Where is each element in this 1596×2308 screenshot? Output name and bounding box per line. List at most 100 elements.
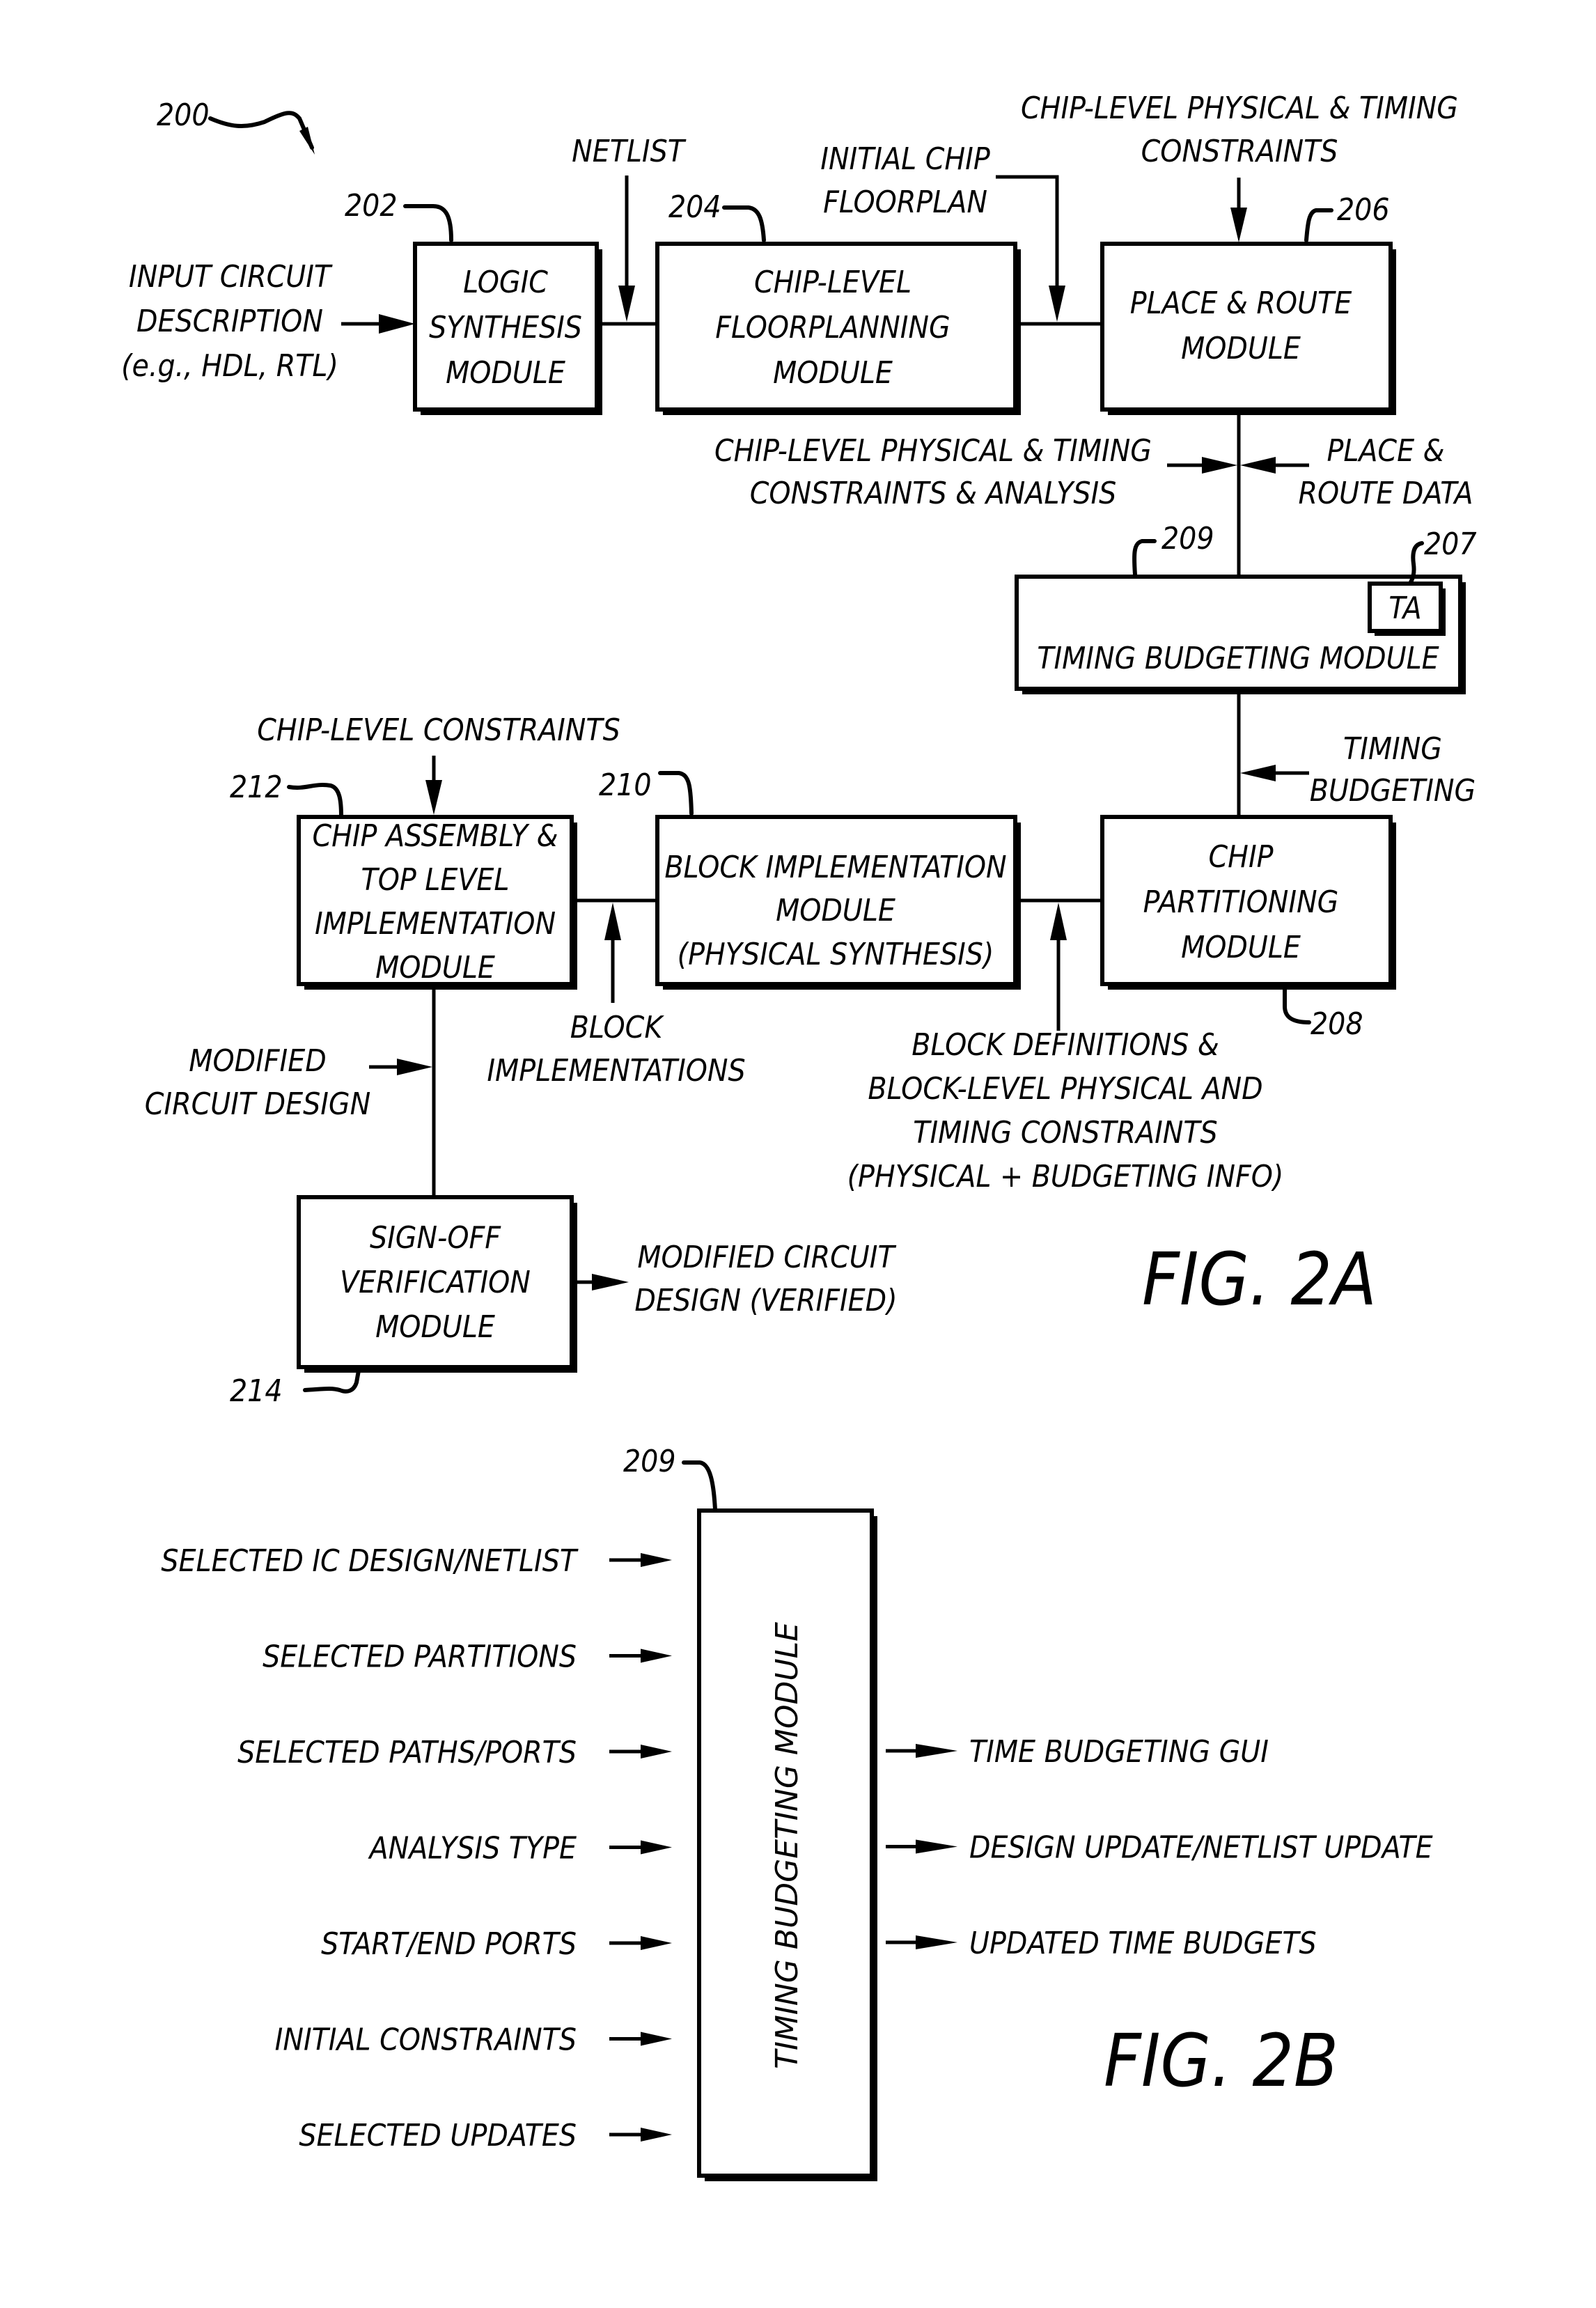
place-route-line-1: PLACE & ROUTE (1130, 286, 1352, 321)
input-circuit-line-3: (e.g., HDL, RTL) (121, 348, 338, 384)
ref-208: 208 (1311, 1006, 1363, 1042)
timing-budgeting-label: TIMING BUDGETING MODULE (1037, 641, 1439, 676)
input-circuit-line-2: DESCRIPTION (136, 304, 323, 339)
verified-arrowhead (592, 1274, 629, 1291)
figure-2a-caption: FIG. 2A (1142, 1237, 1377, 1322)
timing-budgeting-module-2b: TIMING BUDGETING MODULE (697, 1508, 877, 2181)
chip-partitioning-module: CHIP PARTITIONING MODULE (1100, 815, 1396, 990)
input-arrowhead (641, 2032, 672, 2046)
output-label: DESIGN UPDATE/NETLIST UPDATE (969, 1830, 1433, 1866)
ta-submodule: TA (1368, 582, 1446, 636)
modified-design-arrowhead (397, 1059, 432, 1075)
ref-204: 204 (668, 189, 721, 225)
signoff-line-2: VERIFICATION (340, 1265, 531, 1300)
ref-204-leader (722, 205, 766, 242)
input-arrowhead (641, 2128, 672, 2142)
ref-214: 214 (230, 1373, 283, 1409)
input-label: INITIAL CONSTRAINTS (275, 2022, 577, 2058)
analysis-arrowhead (1202, 457, 1237, 474)
place-route-module: PLACE & ROUTE MODULE (1100, 242, 1396, 415)
signoff-line-3: MODULE (375, 1309, 495, 1345)
chip-assembly-module: CHIP ASSEMBLY & TOP LEVEL IMPLEMENTATION… (297, 815, 577, 990)
block-implementation-module: BLOCK IMPLEMENTATION MODULE (PHYSICAL SY… (655, 815, 1021, 990)
chip-constraints-analysis-line-1: CHIP-LEVEL PHYSICAL & TIMING (714, 433, 1152, 469)
floorplanning-line-1: CHIP-LEVEL (754, 265, 912, 300)
patent-diagram: 200 LOGIC SYNTHESIS MODULE 202 INPUT CIR… (121, 91, 1477, 2181)
ref-200-arrowhead (299, 127, 315, 155)
logic-synthesis-module: LOGIC SYNTHESIS MODULE (413, 242, 602, 415)
input-label: ANALYSIS TYPE (368, 1831, 577, 1866)
ref-210: 210 (599, 767, 652, 803)
place-route-data-line-1: PLACE & (1327, 433, 1444, 469)
block-definitions-line-1: BLOCK DEFINITIONS & (912, 1027, 1219, 1063)
ref-212-leader (287, 783, 343, 818)
ref-210-leader (658, 771, 694, 816)
signoff-verification-module: SIGN-OFF VERIFICATION MODULE (297, 1195, 577, 1373)
chip-assembly-line-3: IMPLEMENTATION (315, 906, 556, 942)
figure-2b-caption: FIG. 2B (1104, 2018, 1338, 2103)
timing-budgeting-2b-label: TIMING BUDGETING MODULE (769, 1622, 805, 2069)
timing-budgeting-signal-line-1: TIMING (1343, 731, 1442, 767)
signoff-line-1: SIGN-OFF (370, 1220, 501, 1256)
logic-synthesis-line-2: SYNTHESIS (429, 310, 582, 345)
floorplanning-line-3: MODULE (773, 355, 893, 391)
inputs-group: SELECTED IC DESIGN/NETLIST SELECTED PARTI… (161, 1543, 672, 2153)
chip-constraints-top-line-1: CHIP-LEVEL PHYSICAL & TIMING (1021, 91, 1458, 126)
chip-level-constraints-label: CHIP-LEVEL CONSTRAINTS (257, 712, 620, 748)
floorplan-arrowhead (1049, 286, 1065, 322)
netlist-label: NETLIST (572, 134, 687, 169)
block-implementations-line-1: BLOCK (570, 1010, 665, 1045)
input-arrowhead (641, 1553, 672, 1567)
block-impl-line-2: MODULE (776, 893, 895, 928)
ref-202: 202 (345, 188, 398, 224)
output-arrowhead (916, 1839, 957, 1854)
ref-214-leader (303, 1369, 361, 1394)
output-label: TIME BUDGETING GUI (969, 1734, 1269, 1770)
ref-209: 209 (1161, 521, 1214, 556)
input-arrowhead (641, 1936, 672, 1950)
ref-207: 207 (1424, 527, 1477, 562)
logic-synthesis-line-3: MODULE (446, 355, 565, 391)
chip-constraints-analysis-line-2: CONSTRAINTS & ANALYSIS (750, 476, 1117, 511)
verified-design-line-2: DESIGN (VERIFIED) (634, 1283, 897, 1318)
place-route-data-line-2: ROUTE DATA (1299, 476, 1473, 511)
block-impl-line-1: BLOCK IMPLEMENTATION (664, 850, 1006, 885)
input-label: START/END PORTS (321, 1926, 577, 1962)
outputs-group: TIME BUDGETING GUI DESIGN UPDATE/NETLIST … (886, 1734, 1433, 1961)
ref-200-leader (208, 111, 314, 150)
block-def-arrowhead (1050, 903, 1067, 940)
modified-design-line-1: MODIFIED (189, 1043, 326, 1079)
ref-200: 200 (157, 98, 210, 133)
input-label: SELECTED PATHS/PORTS (237, 1735, 577, 1770)
ref-209-leader (1132, 539, 1157, 577)
ref-206: 206 (1337, 192, 1390, 228)
chip-constraints-top-arrowhead (1230, 208, 1247, 242)
partitioning-line-3: MODULE (1181, 930, 1301, 965)
verified-design-line-1: MODIFIED CIRCUIT (637, 1240, 896, 1275)
block-impl-line-3: (PHYSICAL SYNTHESIS) (678, 937, 994, 972)
initial-floorplan-line-2: FLOORPLAN (823, 185, 987, 220)
block-definitions-line-2: BLOCK-LEVEL PHYSICAL AND (868, 1071, 1262, 1107)
output-arrowhead (916, 1935, 957, 1949)
input-label: SELECTED PARTITIONS (263, 1639, 577, 1675)
block-implementations-line-2: IMPLEMENTATIONS (487, 1053, 745, 1089)
pr-data-arrowhead (1240, 457, 1276, 474)
ref-206-leader (1304, 208, 1333, 242)
block-definitions-line-4: (PHYSICAL + BUDGETING INFO) (847, 1159, 1284, 1194)
output-arrowhead (916, 1744, 957, 1758)
floorplanning-line-2: FLOORPLANNING (715, 310, 950, 345)
chip-assembly-line-1: CHIP ASSEMBLY & (312, 818, 558, 854)
chip-level-constraints-arrowhead (425, 780, 442, 815)
chip-assembly-line-2: TOP LEVEL (361, 862, 510, 898)
block-impl-arrowhead (604, 903, 621, 940)
input-label: SELECTED IC DESIGN/NETLIST (161, 1543, 579, 1579)
block-definitions-line-3: TIMING CONSTRAINTS (913, 1115, 1217, 1151)
netlist-arrowhead (618, 286, 635, 322)
input-arrowhead (379, 314, 415, 334)
partitioning-line-1: CHIP (1209, 839, 1274, 875)
chip-assembly-line-4: MODULE (375, 950, 495, 985)
chip-constraints-top-line-2: CONSTRAINTS (1141, 134, 1338, 169)
place-route-line-2: MODULE (1181, 331, 1301, 366)
logic-synthesis-line-1: LOGIC (463, 265, 548, 300)
ref-202-leader (403, 204, 453, 242)
